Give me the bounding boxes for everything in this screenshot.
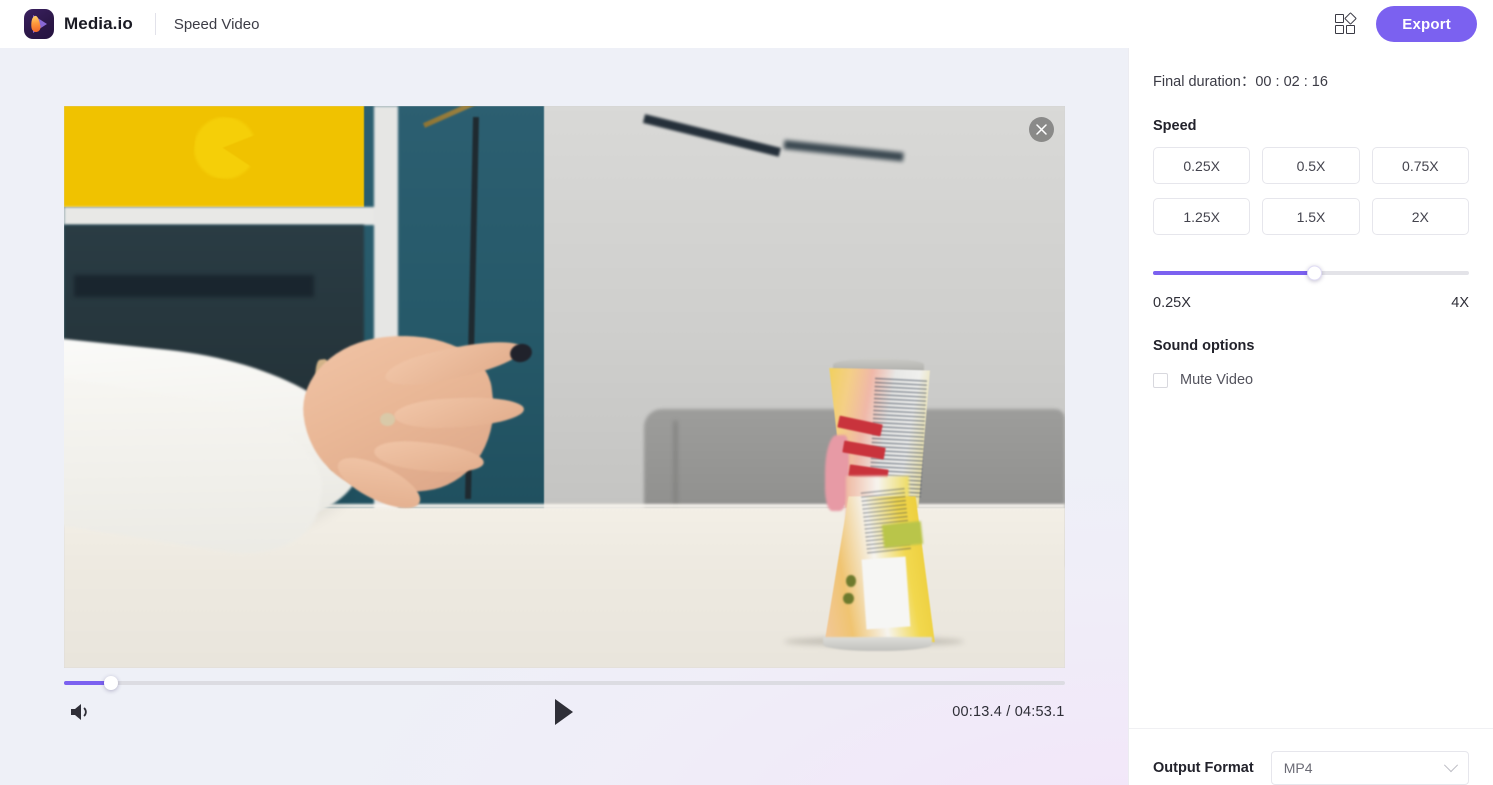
output-format-select[interactable]: MP4	[1270, 751, 1469, 785]
play-icon[interactable]	[551, 696, 577, 728]
app-body: 00:13.4 / 04:53.1 Final duration：00 : 02…	[0, 48, 1493, 785]
top-bar: Media.io Speed Video Export	[0, 0, 1493, 48]
editor-canvas: 00:13.4 / 04:53.1	[0, 48, 1128, 785]
scene-crushed-can	[812, 358, 942, 652]
mute-video-label: Mute Video	[1180, 372, 1254, 388]
final-duration: Final duration：00 : 02 : 16	[1153, 70, 1469, 91]
can-white-label	[861, 556, 911, 630]
mute-video-checkbox[interactable]	[1153, 372, 1168, 388]
volume-on-icon[interactable]	[64, 697, 96, 727]
grid-cell-1	[1335, 14, 1345, 23]
output-format-label: Output Format	[1153, 760, 1254, 776]
top-bar-actions: Export	[1334, 6, 1477, 42]
grid-apps-icon[interactable]	[1334, 12, 1358, 36]
can-base	[822, 636, 932, 652]
export-button[interactable]: Export	[1376, 6, 1477, 42]
grid-cell-3	[1335, 25, 1345, 34]
speed-option-0[interactable]: 0.25X	[1153, 147, 1251, 184]
sound-section-title: Sound options	[1153, 338, 1255, 354]
speed-slider-labels: 0.25X 4X	[1153, 295, 1469, 311]
mute-video-row[interactable]: Mute Video	[1153, 372, 1469, 388]
video-player: 00:13.4 / 04:53.1	[63, 106, 1065, 739]
player-controls: 00:13.4 / 04:53.1	[64, 685, 1065, 739]
speed-option-4[interactable]: 1.5X	[1262, 198, 1360, 235]
grid-cell-4	[1346, 25, 1356, 34]
time-display: 00:13.4 / 04:53.1	[952, 704, 1065, 720]
speed-slider-fill	[1153, 271, 1315, 275]
app-root: Media.io Speed Video Export 00:13.4 / 04…	[0, 0, 1493, 785]
speed-option-1[interactable]: 0.5X	[1262, 147, 1360, 184]
playback-progress	[63, 668, 1065, 690]
scene-shelf-board	[63, 207, 384, 226]
header-divider	[154, 13, 156, 35]
final-duration-label: Final duration：	[1153, 74, 1256, 90]
panel-spacer	[1153, 388, 1469, 728]
speed-option-5[interactable]: 2X	[1371, 198, 1469, 235]
final-duration-value: 00 : 02 : 16	[1255, 74, 1328, 90]
page-title: Speed Video	[173, 15, 260, 33]
scene-shelf-shadow	[73, 274, 314, 298]
can-icon-2	[843, 592, 854, 605]
output-format-value: MP4	[1283, 760, 1313, 776]
speed-slider-max-label: 4X	[1451, 295, 1469, 311]
speed-section-title: Speed	[1153, 118, 1197, 134]
scene-ring	[379, 412, 395, 427]
chevron-down-icon	[1443, 758, 1459, 773]
can-green-stripe	[881, 520, 923, 548]
speed-slider-min-label: 0.25X	[1153, 295, 1191, 311]
speed-options: 0.25X 0.5X 0.75X 1.25X 1.5X 2X	[1153, 147, 1469, 235]
grid-cell-diamond	[1344, 12, 1358, 25]
speed-slider-thumb[interactable]	[1306, 265, 1322, 281]
video-scene	[63, 106, 1065, 668]
speed-option-3[interactable]: 1.25X	[1153, 198, 1251, 235]
output-format-row: Output Format MP4	[1153, 729, 1469, 785]
settings-panel: Final duration：00 : 02 : 16 Speed 0.25X …	[1128, 48, 1493, 785]
speed-option-2[interactable]: 0.75X	[1371, 147, 1469, 184]
close-icon[interactable]	[1028, 117, 1054, 142]
media-io-logo-icon	[24, 9, 54, 39]
speed-slider[interactable]	[1153, 265, 1469, 281]
brand-name: Media.io	[64, 14, 133, 33]
video-preview[interactable]	[63, 106, 1065, 668]
brand[interactable]: Media.io	[24, 9, 133, 39]
